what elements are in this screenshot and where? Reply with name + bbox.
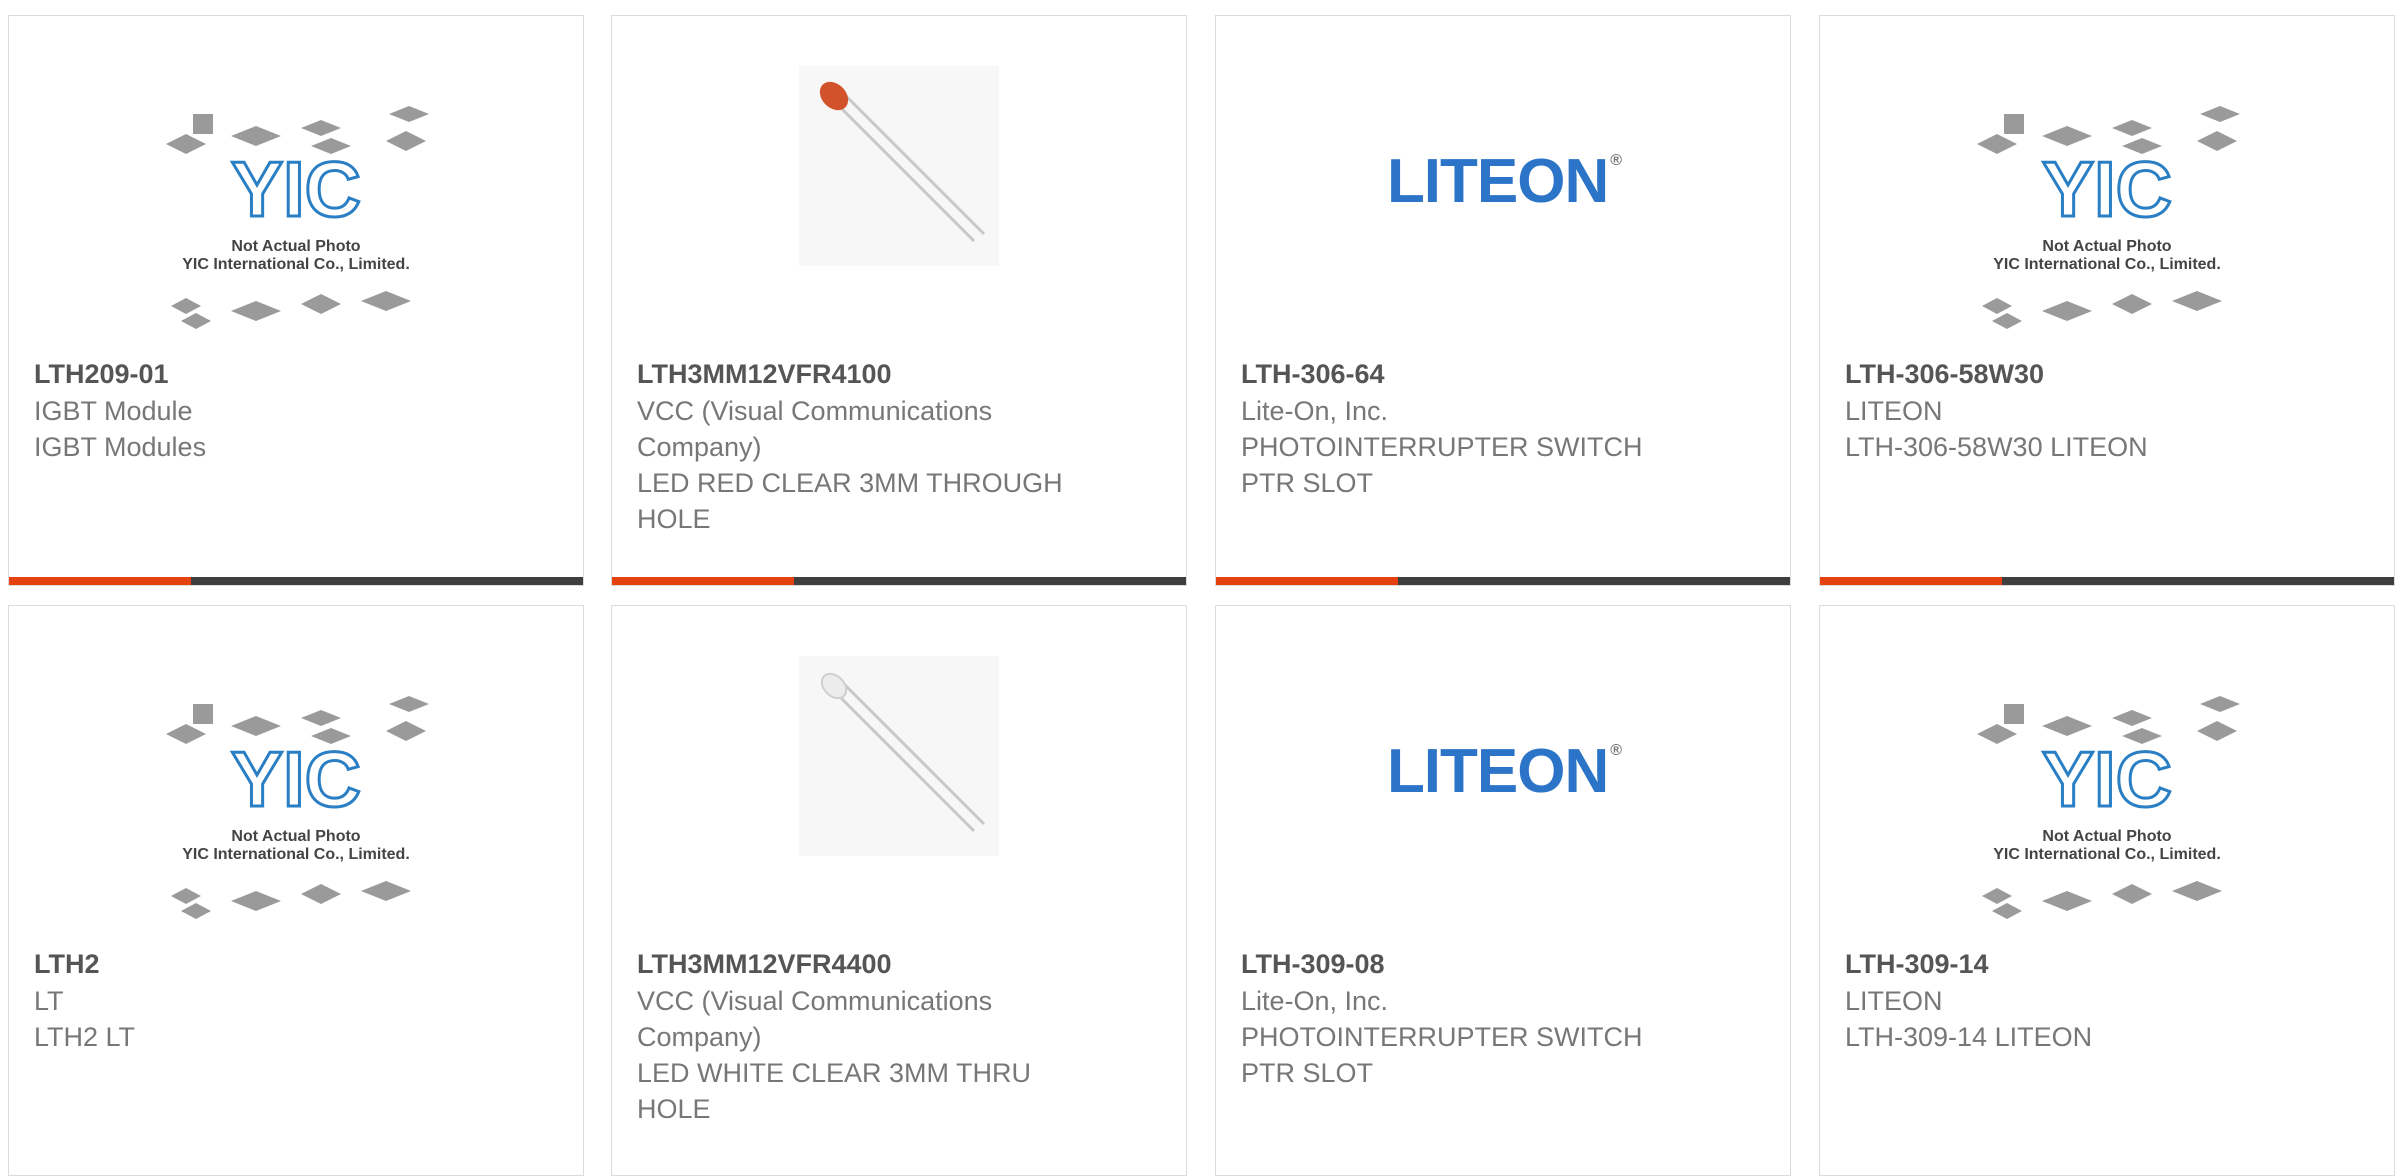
placeholder-line-1: Not Actual Photo [2042,828,2171,845]
part-number[interactable]: LTH-306-64 [1241,356,1681,392]
product-image: LITEON ® [1216,676,1790,956]
part-number[interactable]: LTH3MM12VFR4400 [637,946,1077,982]
product-image: LITEON ® [1216,86,1790,366]
product-image: YIC Not Actual Photo YIC International C… [1820,86,2394,366]
placeholder-line-2: YIC International Co., Limited. [1993,846,2221,863]
part-number[interactable]: LTH-309-08 [1241,946,1681,982]
product-image: YIC Not Actual Photo YIC International C… [9,86,583,366]
yic-placeholder-icon: YIC Not Actual Photo YIC International C… [161,696,431,936]
svg-text:YIC: YIC [231,735,361,823]
yic-placeholder-icon: YIC Not Actual Photo YIC International C… [1972,696,2242,936]
liteon-logo: LITEON ® [1386,146,1622,216]
card-footer-bar [9,577,583,585]
placeholder-line-1: Not Actual Photo [231,828,360,845]
white-led-icon [799,656,999,856]
description: PHOTOINTERRUPTER SWITCH PTR SLOT [1241,1022,1643,1088]
product-card[interactable]: LITEON ® LTH-309-08 Lite-On, Inc. PHOTOIN… [1215,605,1791,1176]
product-card[interactable]: YIC Not Actual Photo YIC International C… [1819,605,2395,1176]
yic-placeholder-icon: YIC Not Actual Photo YIC International C… [1972,106,2242,346]
product-image: YIC Not Actual Photo YIC International C… [9,676,583,956]
manufacturer: VCC (Visual Communications Company) [637,396,993,462]
product-image [612,656,1186,956]
description: LED WHITE CLEAR 3MM THRU HOLE [637,1058,1032,1124]
product-card[interactable]: LTH3MM12VFR4100 VCC (Visual Communicatio… [611,15,1187,586]
svg-text:YIC: YIC [2042,145,2172,233]
placeholder-line-2: YIC International Co., Limited. [1993,256,2221,273]
description: IGBT Modules [34,432,207,462]
description: PHOTOINTERRUPTER SWITCH PTR SLOT [1241,432,1643,498]
manufacturer: VCC (Visual Communications Company) [637,986,993,1052]
liteon-logo: LITEON ® [1386,736,1622,806]
manufacturer: LITEON [1845,986,1943,1016]
placeholder-line-2: YIC International Co., Limited. [182,846,410,863]
yic-placeholder-icon: YIC Not Actual Photo YIC International C… [161,106,431,346]
product-card[interactable]: YIC Not Actual Photo YIC International C… [1819,15,2395,586]
product-card[interactable]: YIC Not Actual Photo YIC International C… [8,605,584,1176]
svg-text:YIC: YIC [2042,735,2172,823]
card-footer-bar [612,577,1186,585]
description: LTH-306-58W30 LITEON [1845,432,2148,462]
description: LTH2 LT [34,1022,136,1052]
description: LTH-309-14 LITEON [1845,1022,2093,1052]
placeholder-line-2: YIC International Co., Limited. [182,256,410,273]
manufacturer: Lite-On, Inc. [1241,986,1389,1016]
product-grid: YIC Not Actual Photo YIC International C… [0,0,2400,1176]
part-number[interactable]: LTH2 [34,946,474,982]
part-number[interactable]: LTH-309-14 [1845,946,2285,982]
manufacturer: LITEON [1845,396,1943,426]
part-number[interactable]: LTH3MM12VFR4100 [637,356,1077,392]
product-card[interactable]: LTH3MM12VFR4400 VCC (Visual Communicatio… [611,605,1187,1176]
product-card[interactable]: YIC Not Actual Photo YIC International C… [8,15,584,586]
red-led-icon [799,66,999,266]
manufacturer: LT [34,986,64,1016]
part-number[interactable]: LTH-306-58W30 [1845,356,2285,392]
part-number[interactable]: LTH209-01 [34,356,474,392]
product-card[interactable]: LITEON ® LTH-306-64 Lite-On, Inc. PHOTOIN… [1215,15,1791,586]
manufacturer: IGBT Module [34,396,193,426]
svg-text:YIC: YIC [231,145,361,233]
card-footer-bar [1820,577,2394,585]
placeholder-line-1: Not Actual Photo [231,238,360,255]
placeholder-line-1: Not Actual Photo [2042,238,2171,255]
manufacturer: Lite-On, Inc. [1241,396,1389,426]
product-image: YIC Not Actual Photo YIC International C… [1820,676,2394,956]
card-footer-bar [1216,577,1790,585]
description: LED RED CLEAR 3MM THROUGH HOLE [637,468,1063,534]
product-image [612,66,1186,366]
